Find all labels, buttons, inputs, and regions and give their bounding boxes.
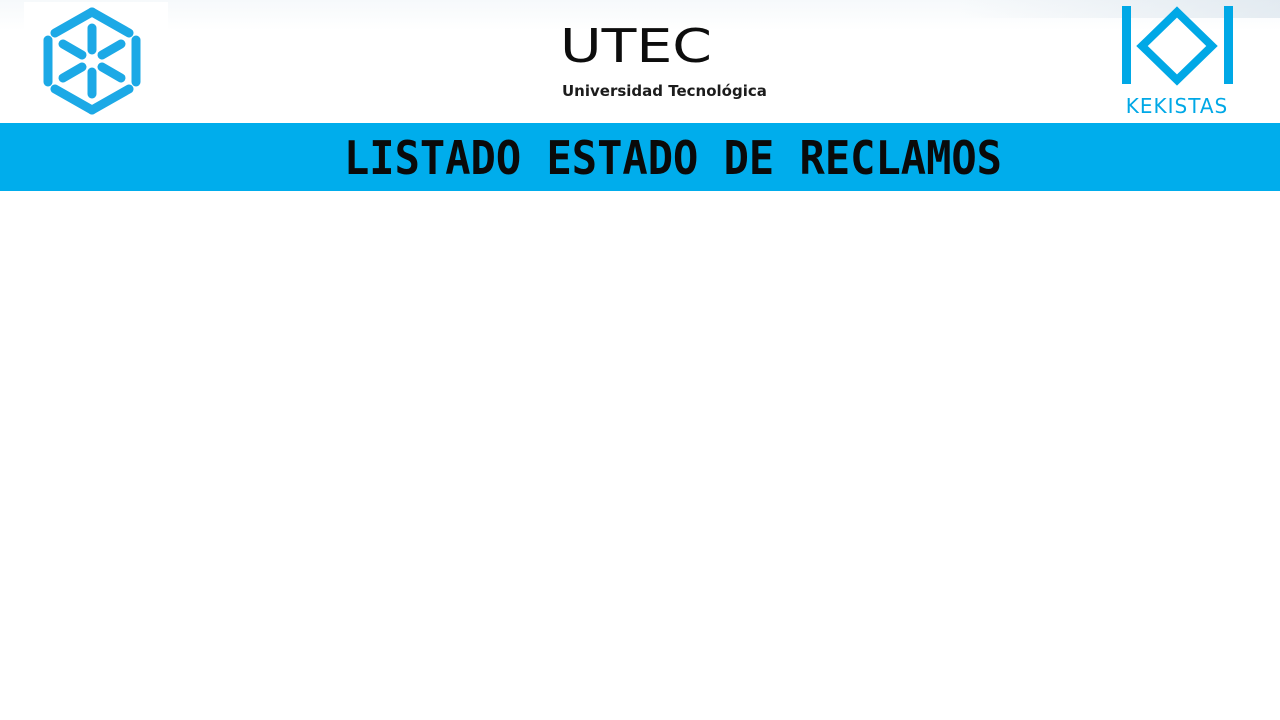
page: UTEC Universidad Tecnológica KEKISTAS LI… (0, 0, 1280, 720)
title-bar: LISTADO ESTADO DE RECLAMOS (0, 123, 1280, 191)
page-title: LISTADO ESTADO DE RECLAMOS (344, 131, 1002, 185)
utec-wordmark: UTEC (560, 22, 712, 70)
content-area (0, 191, 1280, 720)
hexagon-flower-logo-icon (43, 7, 141, 115)
utec-wordmark-text: UTEC (560, 22, 712, 70)
header: UTEC Universidad Tecnológica KEKISTAS (0, 0, 1280, 123)
kekistas-logo: KEKISTAS (1112, 4, 1242, 120)
utec-subtitle: Universidad Tecnológica (562, 82, 767, 100)
left-logo (24, 2, 168, 120)
kekistas-wordmark: KEKISTAS (1125, 94, 1229, 118)
utec-logo: UTEC Universidad Tecnológica (556, 14, 767, 108)
title-svg: LISTADO ESTADO DE RECLAMOS (344, 131, 1002, 185)
kekistas-logo-icon (1122, 6, 1233, 86)
